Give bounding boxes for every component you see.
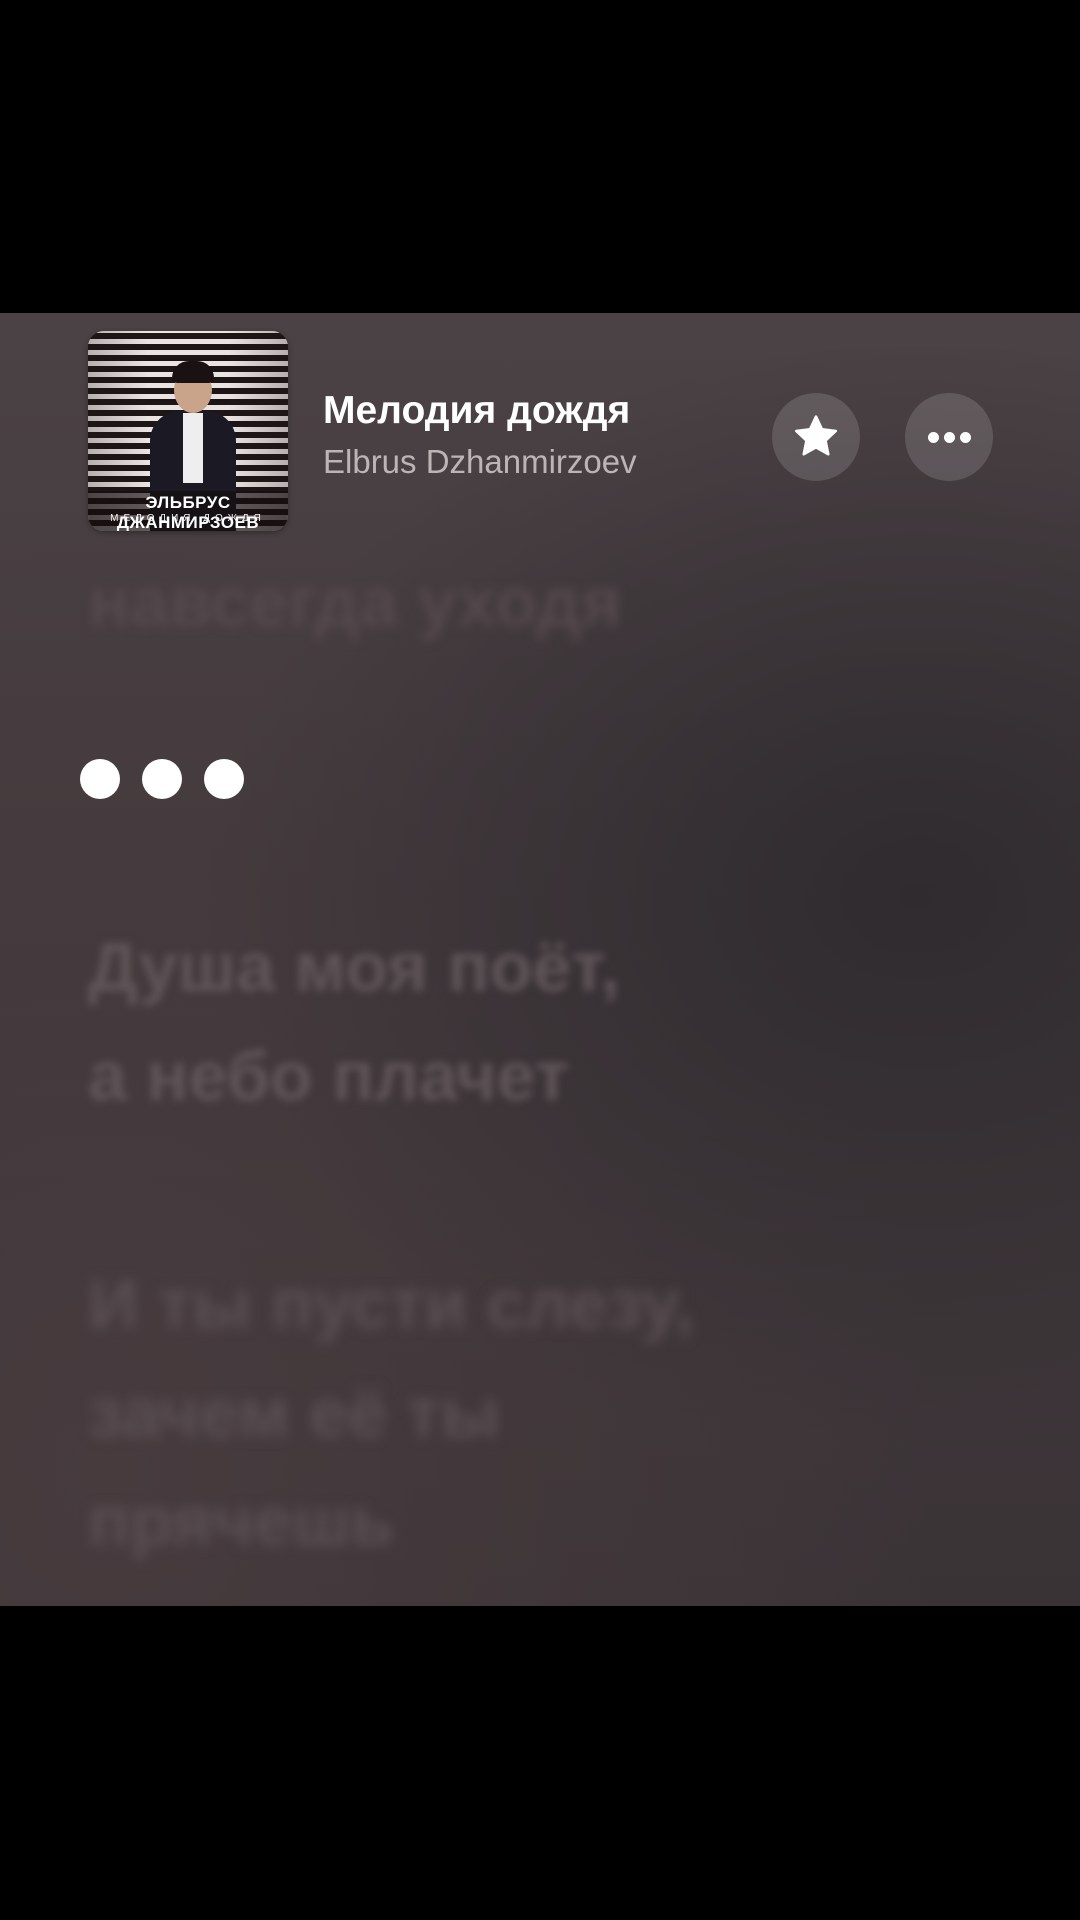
lyric-line-text: И ты пусти слезу, bbox=[88, 1265, 695, 1343]
lyric-line-previous[interactable]: навсегда уходя bbox=[88, 548, 622, 657]
lyric-line[interactable]: Душа моя поёт, а небо плачет bbox=[88, 913, 620, 1130]
ellipsis-icon bbox=[927, 431, 971, 443]
track-title: Мелодия дождя bbox=[323, 389, 631, 432]
lyric-line-text: а небо плачет bbox=[88, 1036, 569, 1115]
instrumental-wait-indicator bbox=[80, 759, 244, 799]
lyric-line-text: Душа моя поёт, bbox=[88, 928, 620, 1006]
album-art[interactable]: ЭЛЬБРУС ДЖАНМИРЗОЕВ МЕЛОДИЯ ДОЖДЯ bbox=[88, 331, 288, 531]
lyric-line[interactable]: И ты пусти слезу, зачем её ты прячешь bbox=[88, 1250, 694, 1576]
album-cover-subtitle: МЕЛОДИЯ ДОЖДЯ bbox=[110, 513, 266, 524]
track-artist[interactable]: Elbrus Dzhanmirzoev bbox=[323, 443, 637, 481]
lyric-line-text: зачем её ты bbox=[88, 1373, 501, 1452]
lyric-line-text: прячешь bbox=[88, 1482, 394, 1560]
star-icon bbox=[794, 415, 838, 456]
album-cover-title: ЭЛЬБРУС ДЖАНМИРЗОЕВ bbox=[88, 491, 288, 531]
more-options-button[interactable] bbox=[905, 393, 993, 481]
favorite-button[interactable] bbox=[772, 393, 860, 481]
lyrics-screen: ЭЛЬБРУС ДЖАНМИРЗОЕВ МЕЛОДИЯ ДОЖДЯ Мелоди… bbox=[0, 313, 1080, 1606]
